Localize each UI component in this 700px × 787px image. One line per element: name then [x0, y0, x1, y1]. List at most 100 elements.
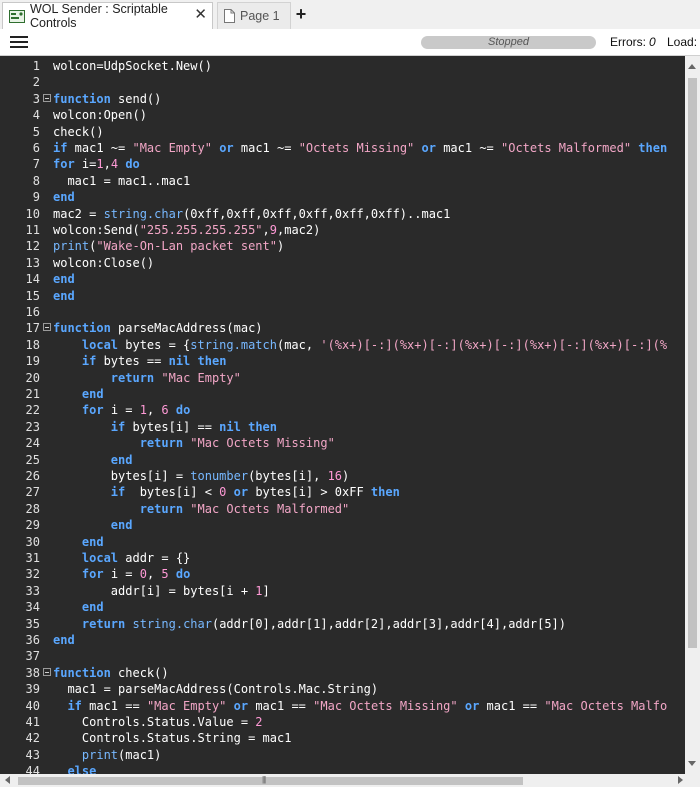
load-indicator: Load:: [667, 35, 698, 49]
scroll-up-icon[interactable]: [688, 64, 696, 69]
vertical-scrollbar[interactable]: [685, 56, 700, 774]
line-number: 19: [25, 354, 40, 369]
code-line[interactable]: 36 end: [0, 632, 685, 648]
code-line[interactable]: 34 end: [0, 599, 685, 615]
code-token: bytes = {: [118, 337, 191, 352]
code-line[interactable]: 26 bytes[i] = tonumber(bytes[i], 16): [0, 468, 685, 484]
code-line[interactable]: 2: [0, 74, 685, 90]
code-text: if bytes[i] < 0 or bytes[i] > 0xFF then: [53, 484, 400, 500]
code-token: mac1 ==: [81, 698, 147, 713]
code-line[interactable]: 3 function send(): [0, 91, 685, 107]
code-line[interactable]: 15 end: [0, 288, 685, 304]
code-line[interactable]: 35 return string.char(addr[0],addr[1],ad…: [0, 616, 685, 632]
code-line[interactable]: 16: [0, 304, 685, 320]
code-line[interactable]: 40 if mac1 == "Mac Empty" or mac1 == "Ma…: [0, 698, 685, 714]
line-number: 32: [25, 567, 40, 582]
code-line[interactable]: 43 print(mac1): [0, 747, 685, 763]
code-line[interactable]: 44 else: [0, 763, 685, 774]
code-line[interactable]: 29 end: [0, 517, 685, 533]
line-number: 31: [25, 551, 40, 565]
tab-wol-sender[interactable]: WOL Sender : Scriptable Controls ✕: [2, 2, 213, 30]
code-token: "Wake-On-Lan packet sent": [96, 239, 277, 254]
code-token: if: [110, 419, 126, 434]
code-line[interactable]: 11 wolcon:Send("255.255.255.255",9,mac2): [0, 222, 685, 238]
code-line[interactable]: 33 addr[i] = bytes[i + 1]: [0, 583, 685, 599]
code-line[interactable]: 8 mac1 = mac1..mac1: [0, 173, 685, 189]
scroll-left-icon[interactable]: [5, 776, 10, 784]
code-token: end: [110, 518, 133, 533]
code-token: 4: [110, 157, 119, 172]
code-line[interactable]: 22 for i = 1, 6 do: [0, 402, 685, 418]
line-number: 44: [25, 764, 40, 774]
code-token: mac1 ~=: [67, 141, 133, 155]
code-line[interactable]: 7 for i=1,4 do: [0, 156, 685, 172]
code-line[interactable]: 9 end: [0, 189, 685, 205]
scroll-down-icon[interactable]: [688, 761, 696, 766]
tab-page-1[interactable]: Page 1: [217, 2, 291, 29]
code-token: end: [53, 633, 75, 647]
code-line[interactable]: 10 mac2 = string.char(0xff,0xff,0xff,0xff…: [0, 206, 685, 222]
code-line[interactable]: 19 if bytes == nil then: [0, 353, 685, 369]
code-token: Controls.Status.String = mac1: [53, 731, 292, 746]
code-line[interactable]: 6 if mac1 ~= "Mac Empty" or mac1 ~= "Octe…: [0, 140, 685, 156]
code-text: wolcon:Close(): [53, 255, 154, 271]
scrollbar-thumb[interactable]: [18, 777, 523, 785]
code-token: (mac1): [118, 747, 162, 762]
code-line[interactable]: 4 wolcon:Open(): [0, 107, 685, 123]
code-line[interactable]: 20 return "Mac Empty": [0, 370, 685, 386]
code-line[interactable]: 39 mac1 = parseMacAddress(Controls.Mac.S…: [0, 681, 685, 697]
scroll-right-icon[interactable]: [678, 776, 683, 784]
code-token: print: [53, 239, 90, 254]
fold-toggle-icon[interactable]: [43, 93, 51, 102]
code-token: "Octets Malformed": [501, 141, 632, 155]
code-line[interactable]: 37: [0, 648, 685, 664]
code-token: ,: [262, 223, 270, 237]
code-line[interactable]: 24 return "Mac Octets Missing": [0, 435, 685, 451]
code-line[interactable]: 1 wolcon=UdpSocket.New(): [0, 58, 685, 74]
code-editor[interactable]: 1 wolcon=UdpSocket.New() 2 3 function send()…: [0, 56, 685, 774]
line-number: 6: [32, 141, 40, 155]
code-text: for i = 0, 5 do: [53, 566, 190, 582]
code-line[interactable]: 14 end: [0, 271, 685, 287]
code-token: i =: [103, 403, 140, 418]
code-line[interactable]: 25 end: [0, 452, 685, 468]
close-icon[interactable]: ✕: [194, 7, 207, 22]
scrollbar-thumb[interactable]: [688, 78, 697, 648]
code-token: ,: [103, 157, 111, 172]
code-line[interactable]: 5 check(): [0, 124, 685, 140]
code-line[interactable]: 41 Controls.Status.Value = 2: [0, 714, 685, 730]
fold-toggle-icon[interactable]: [43, 323, 51, 332]
toolbar: Stopped Errors: 0 Load:: [0, 29, 700, 56]
code-line[interactable]: 30 end: [0, 534, 685, 550]
add-tab-icon[interactable]: +: [291, 4, 311, 26]
code-line[interactable]: 18 local bytes = {string.match(mac, '(%x…: [0, 337, 685, 353]
code-line[interactable]: 12 print("Wake-On-Lan packet sent"): [0, 238, 685, 254]
code-text: function parseMacAddress(mac): [53, 320, 263, 336]
fold-toggle-icon[interactable]: [43, 667, 51, 676]
code-line[interactable]: 38 function check(): [0, 665, 685, 681]
code-text: else: [53, 763, 96, 774]
line-number: 9: [32, 190, 40, 205]
code-line[interactable]: 31 local addr = {}: [0, 550, 685, 566]
code-token: "Mac Octets Malformed": [190, 501, 350, 516]
code-line[interactable]: 21 end: [0, 386, 685, 402]
tab-label: WOL Sender : Scriptable Controls: [30, 2, 168, 30]
code-token: bytes[i] ==: [125, 419, 220, 434]
code-line[interactable]: 23 if bytes[i] == nil then: [0, 419, 685, 435]
code-line[interactable]: 28 return "Mac Octets Malformed": [0, 501, 685, 517]
hamburger-menu-icon[interactable]: [10, 36, 28, 48]
horizontal-scrollbar[interactable]: |||: [0, 774, 700, 787]
code-token: string.match: [190, 337, 277, 352]
code-token: mac1 ==: [248, 698, 314, 713]
code-line[interactable]: 42 Controls.Status.String = mac1: [0, 730, 685, 746]
code-text: local bytes = {string.match(mac, '(%x+)[…: [53, 337, 667, 353]
code-line[interactable]: 17 function parseMacAddress(mac): [0, 320, 685, 336]
code-line[interactable]: 32 for i = 0, 5 do: [0, 566, 685, 582]
code-line[interactable]: 13 wolcon:Close(): [0, 255, 685, 271]
code-line[interactable]: 27 if bytes[i] < 0 or bytes[i] > 0xFF th…: [0, 484, 685, 500]
